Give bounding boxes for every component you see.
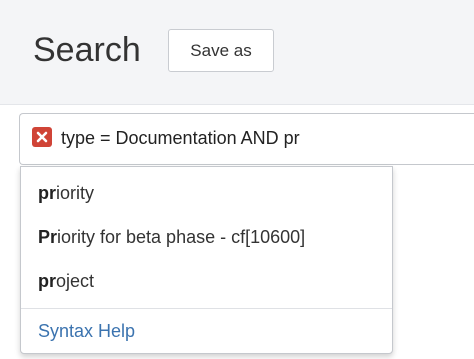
jql-query-input[interactable]: type = Documentation AND pr <box>19 113 474 165</box>
suggestion-project[interactable]: project <box>21 259 392 303</box>
suggestion-match: pr <box>38 183 56 203</box>
page-title: Search <box>33 31 141 69</box>
suggestion-match: Pr <box>38 227 58 247</box>
suggestion-match: pr <box>38 271 56 291</box>
save-as-button[interactable]: Save as <box>168 29 274 72</box>
search-page: Search Save as type = Documentation AND … <box>0 0 474 359</box>
autocomplete-dropdown: priority Priority for beta phase - cf[10… <box>20 166 393 354</box>
error-x-icon <box>32 127 52 147</box>
suggestion-rest: iority for beta phase - cf[10600] <box>57 227 306 247</box>
suggestion-rest: iority <box>56 183 95 203</box>
suggestion-rest: oject <box>56 271 95 291</box>
suggestion-priority[interactable]: priority <box>21 171 392 215</box>
suggestion-priority-for-beta-phase[interactable]: Priority for beta phase - cf[10600] <box>21 215 392 259</box>
query-text: type = Documentation AND pr <box>61 128 300 148</box>
page-header: Search Save as <box>0 0 474 105</box>
syntax-help-link[interactable]: Syntax Help <box>38 309 135 353</box>
